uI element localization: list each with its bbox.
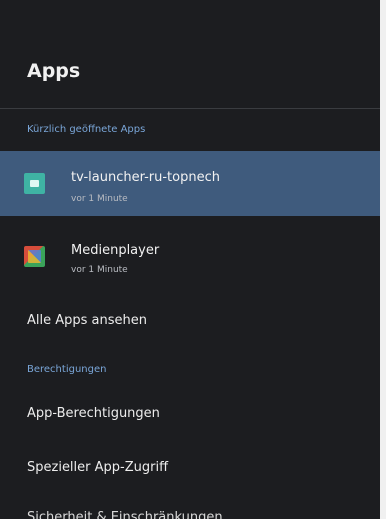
page-title: Apps (27, 60, 81, 82)
app-last-used: vor 1 Minute (71, 265, 128, 275)
recent-app-item-media-player[interactable]: Medienplayer vor 1 Minute (0, 227, 380, 292)
screen-edge (380, 0, 386, 519)
app-name: Medienplayer (71, 243, 160, 258)
app-last-used: vor 1 Minute (71, 194, 128, 204)
header-divider (0, 108, 380, 109)
app-permissions-item[interactable]: App-Berechtigungen (27, 406, 160, 421)
security-restrictions-item[interactable]: Sicherheit & Einschränkungen (27, 510, 223, 519)
apps-settings-screen: Apps Kürzlich geöffnete Apps tv-launcher… (0, 0, 386, 519)
special-app-access-item[interactable]: Spezieller App-Zugriff (27, 460, 168, 475)
media-player-app-icon (24, 246, 45, 267)
launcher-app-icon (24, 173, 45, 194)
see-all-apps-item[interactable]: Alle Apps ansehen (27, 313, 147, 328)
section-label-recent-apps: Kürzlich geöffnete Apps (27, 124, 146, 135)
recent-app-item-tv-launcher[interactable]: tv-launcher-ru-topnech vor 1 Minute (0, 151, 380, 216)
section-label-permissions: Berechtigungen (27, 364, 107, 375)
app-name: tv-launcher-ru-topnech (71, 170, 220, 185)
